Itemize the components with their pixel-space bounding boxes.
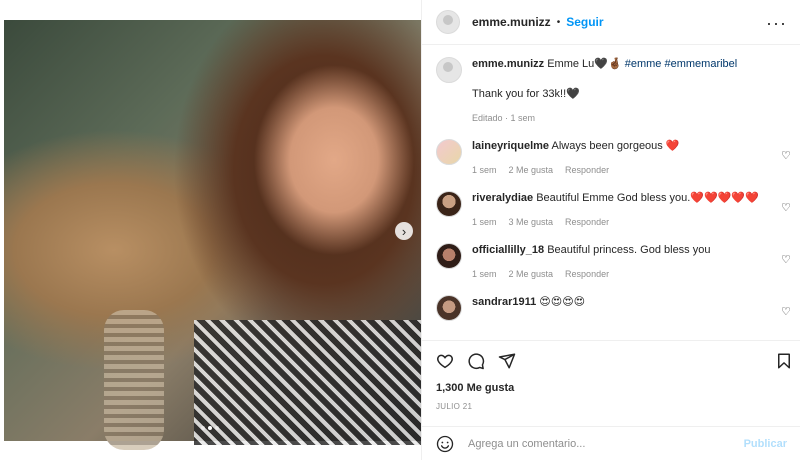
post-date: JULIO 21 <box>436 402 473 411</box>
caption-edited-time: Editado · 1 sem <box>472 113 536 123</box>
comment-line: officiallilly_18 Beautiful princess. God… <box>472 243 771 257</box>
comment-like-count[interactable]: 3 Me gusta <box>509 217 554 227</box>
caption-line: emme.munizz Emme Lu🖤🤞🏾 #emme #emmemaribe… <box>472 57 771 71</box>
comment-username[interactable]: sandrar1911 <box>472 296 536 308</box>
commenter-avatar[interactable] <box>436 139 462 165</box>
caption-emoji: 🖤🤞🏾 <box>594 58 622 70</box>
caption-line-2: Thank you for 33k!!🖤 <box>472 88 580 100</box>
comment-meta: 1 sem 2 Me gusta Responder <box>472 269 771 279</box>
comment-emoji: 😍😍😍😍 <box>539 296 586 308</box>
comment-composer: Publicar <box>422 426 800 461</box>
media-area: › <box>0 0 421 460</box>
photo-rope <box>104 310 164 450</box>
comment-age: 1 sem <box>472 217 497 227</box>
reply-button[interactable]: Responder <box>565 269 609 279</box>
comment-item: laineyriquelme Always been gorgeous ❤️ 1… <box>422 139 800 175</box>
comment-username[interactable]: laineyriquelme <box>472 140 549 152</box>
like-comment-heart-icon[interactable]: ♡ <box>781 253 793 266</box>
caption-meta: Editado · 1 sem <box>472 113 771 123</box>
comment-line: laineyriquelme Always been gorgeous ❤️ <box>472 139 771 153</box>
comment-text: Beautiful Emme God bless you. <box>536 192 691 204</box>
comment-username[interactable]: officiallilly_18 <box>472 244 544 256</box>
follow-button[interactable]: Seguir <box>566 15 603 29</box>
reply-button[interactable]: Responder <box>565 217 609 227</box>
header-separator: • <box>556 16 561 28</box>
caption-text: Emme Lu <box>547 58 595 70</box>
carousel-dots <box>201 426 219 430</box>
like-comment-heart-icon[interactable]: ♡ <box>781 149 793 162</box>
comment-line: riveralydiae Beautiful Emme God bless yo… <box>472 191 771 205</box>
post-photo[interactable] <box>4 20 421 450</box>
heart-icon[interactable] <box>436 352 454 370</box>
reply-button[interactable]: Responder <box>565 165 609 175</box>
publish-button[interactable]: Publicar <box>744 438 787 450</box>
caption-username[interactable]: emme.munizz <box>472 58 544 70</box>
author-avatar[interactable] <box>436 10 460 34</box>
photo-dress <box>194 320 421 445</box>
like-comment-heart-icon[interactable]: ♡ <box>781 305 793 318</box>
comment-like-count[interactable]: 2 Me gusta <box>509 165 554 175</box>
carousel-dot <box>215 426 219 430</box>
commenter-avatar[interactable] <box>436 295 462 321</box>
commenter-avatar[interactable] <box>436 191 462 217</box>
comment-item: sandrar1911 😍😍😍😍 ♡ <box>422 295 800 321</box>
comment-emoji: ❤️ <box>665 140 680 152</box>
caption-avatar[interactable] <box>436 57 462 83</box>
comment-username[interactable]: riveralydiae <box>472 192 533 204</box>
carousel-dot <box>201 426 205 430</box>
comment-text: Beautiful princess. God bless you <box>547 244 711 256</box>
comment-line: sandrar1911 😍😍😍😍 <box>472 295 771 309</box>
emoji-icon[interactable] <box>436 435 454 453</box>
comment-input[interactable] <box>466 437 744 451</box>
post-actions <box>422 340 800 381</box>
comment-emoji: ❤️❤️❤️❤️❤️ <box>690 192 759 204</box>
comment-icon[interactable] <box>467 352 485 370</box>
comment-item: officiallilly_18 Beautiful princess. God… <box>422 243 800 279</box>
share-icon[interactable] <box>498 352 516 370</box>
carousel-dot-active <box>208 426 212 430</box>
comment-age: 1 sem <box>472 269 497 279</box>
caption-hashtags[interactable]: #emme #emmemaribel <box>625 58 737 70</box>
post-side-panel: emme.munizz • Seguir ··· emme.munizz Emm… <box>421 0 800 460</box>
post-caption: emme.munizz Emme Lu🖤🤞🏾 #emme #emmemaribe… <box>422 57 800 123</box>
bookmark-icon[interactable] <box>775 352 793 370</box>
commenter-avatar[interactable] <box>436 243 462 269</box>
comments-list[interactable]: emme.munizz Emme Lu🖤🤞🏾 #emme #emmemaribe… <box>422 45 800 337</box>
comment-age: 1 sem <box>472 165 497 175</box>
likes-count[interactable]: 1,300 Me gusta <box>436 382 514 394</box>
next-slide-button[interactable]: › <box>395 222 413 240</box>
comment-meta: 1 sem 3 Me gusta Responder <box>472 217 771 227</box>
like-comment-heart-icon[interactable]: ♡ <box>781 201 793 214</box>
comment-like-count[interactable]: 2 Me gusta <box>509 269 554 279</box>
comment-meta: 1 sem 2 Me gusta Responder <box>472 165 771 175</box>
author-username[interactable]: emme.munizz <box>472 15 551 29</box>
more-horizontal-icon[interactable]: ··· <box>766 13 787 34</box>
instagram-post-modal: › emme.munizz • Seguir ··· emme.munizz E… <box>0 0 800 460</box>
comment-item: riveralydiae Beautiful Emme God bless yo… <box>422 191 800 227</box>
comment-text: Always been gorgeous <box>551 140 663 152</box>
chevron-right-icon: › <box>401 223 407 239</box>
post-header: emme.munizz • Seguir ··· <box>422 0 800 45</box>
